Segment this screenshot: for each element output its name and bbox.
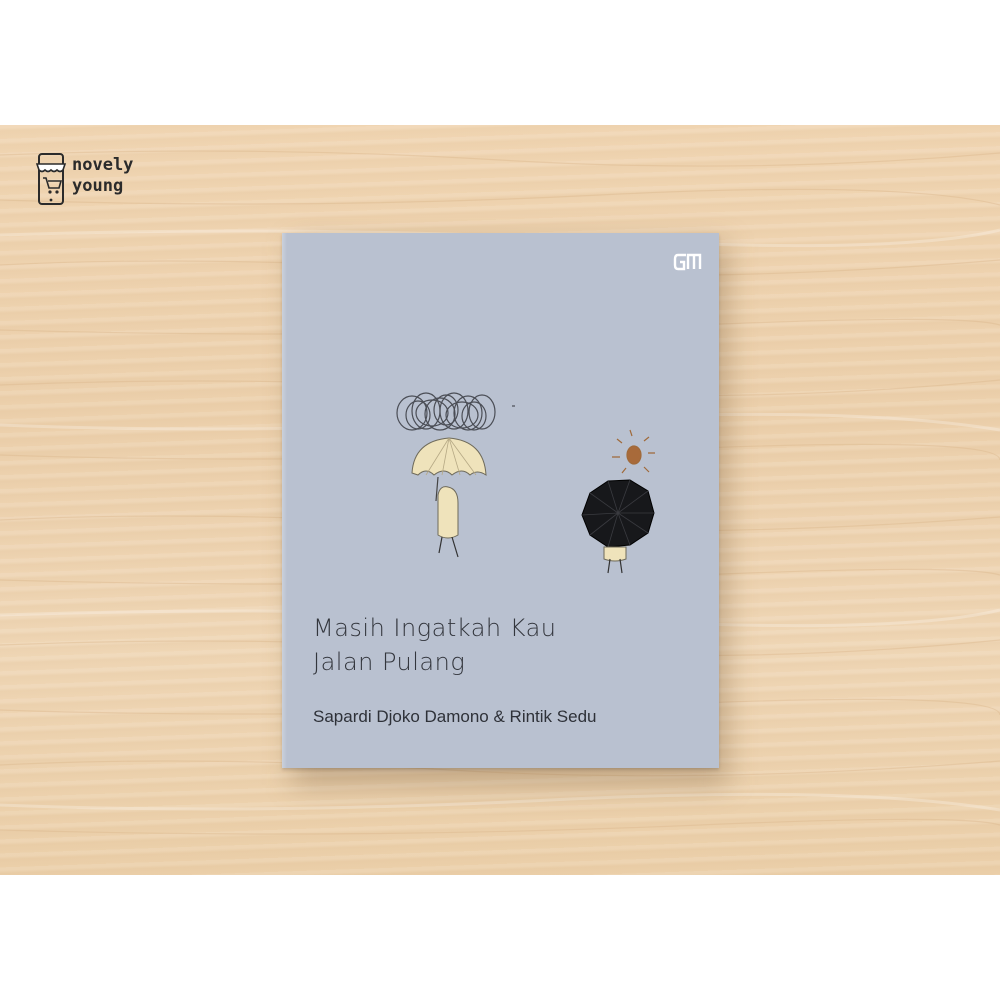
book-title-line1: Masih Ingatkah Kau xyxy=(313,614,557,642)
cover-illustration xyxy=(396,392,655,574)
book-authors: Sapardi Djoko Damono & Rintik Sedu xyxy=(313,707,597,726)
book-title: Masih Ingatkah Kau Jalan Pulang xyxy=(313,611,557,679)
black-umbrella-icon xyxy=(581,479,655,548)
book-cover: Masih Ingatkah Kau Jalan Pulang Sapardi … xyxy=(282,233,719,768)
sun-icon xyxy=(612,429,655,474)
book-spine-highlight xyxy=(282,233,287,768)
walking-figure-icon xyxy=(437,486,459,558)
store-name: novely young xyxy=(72,155,133,197)
store-name-line1: novely xyxy=(72,155,134,175)
scribble-cloud-icon xyxy=(396,392,496,431)
wood-background: Masih Ingatkah Kau Jalan Pulang Sapardi … xyxy=(0,125,1000,875)
shop-phone-icon xyxy=(35,153,67,205)
store-name-line2: young xyxy=(72,176,124,196)
book-title-line2: Jalan Pulang xyxy=(313,648,466,676)
publisher-logo-icon xyxy=(673,253,702,271)
store-logo: novely young xyxy=(35,152,155,210)
standing-figure-icon xyxy=(603,546,627,574)
